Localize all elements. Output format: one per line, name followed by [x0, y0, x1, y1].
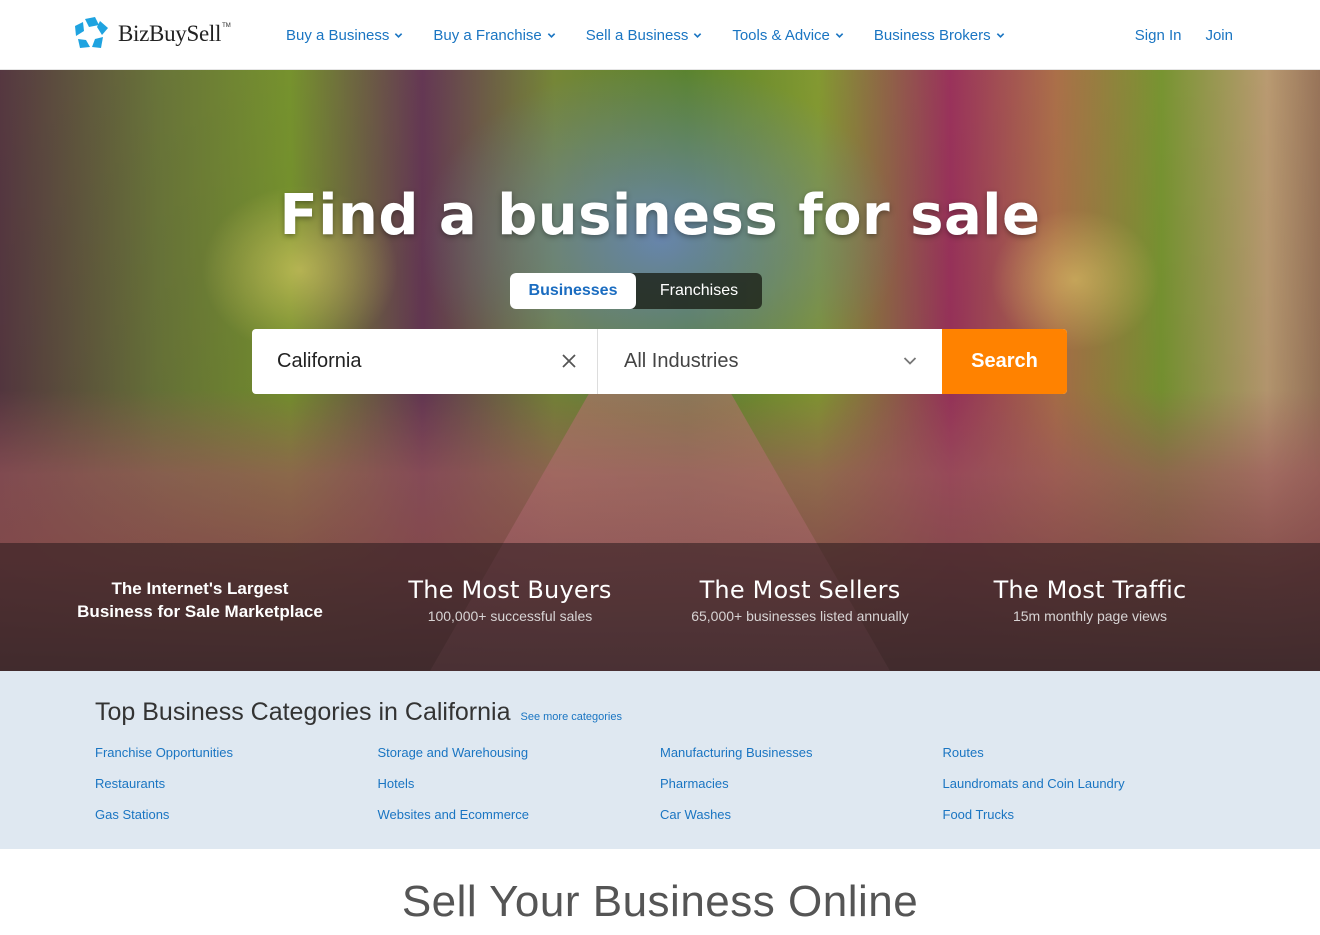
main-nav: Buy a Business Buy a Franchise Sell a Bu…	[286, 0, 1035, 70]
category-link[interactable]: Restaurants	[95, 774, 378, 793]
category-link[interactable]: Gas Stations	[95, 805, 378, 824]
chevron-down-icon	[903, 357, 917, 365]
nav-label: Tools & Advice	[732, 26, 830, 44]
brand-logo[interactable]: BizBuySell TM	[75, 16, 231, 52]
categories-title: Top Business Categories in California	[95, 698, 511, 726]
sign-in-link[interactable]: Sign In	[1135, 27, 1182, 44]
top-categories-section: Top Business Categories in California Se…	[0, 671, 1320, 849]
marketplace-tagline: The Internet's Largest Business for Sale…	[60, 577, 340, 623]
chevron-down-icon	[835, 33, 844, 38]
stat-title: The Most Sellers	[699, 576, 901, 604]
brand-name: BizBuySell	[118, 21, 222, 46]
categories-header: Top Business Categories in California Se…	[95, 698, 622, 727]
nav-tools-and-advice[interactable]: Tools & Advice	[732, 27, 844, 44]
see-more-categories-link[interactable]: See more categories	[521, 711, 623, 723]
category-link[interactable]: Manufacturing Businesses	[660, 743, 943, 762]
site-header: BizBuySell TM Buy a Business Buy a Franc…	[0, 0, 1320, 70]
chevron-down-icon	[547, 33, 556, 38]
stat-subtitle: 15m monthly page views	[1012, 608, 1168, 624]
stat-most-buyers: The Most Buyers 100,000+ successful sale…	[380, 543, 640, 671]
location-input[interactable]	[252, 329, 597, 394]
industry-select[interactable]: All Industries	[598, 329, 942, 394]
category-link[interactable]: Pharmacies	[660, 774, 943, 793]
hero-section: Find a business for sale Businesses Fran…	[0, 70, 1320, 671]
stat-subtitle: 100,000+ successful sales	[427, 608, 593, 624]
hero-title: Find a business for sale	[279, 183, 1041, 248]
category-link[interactable]: Hotels	[378, 774, 661, 793]
tagline-line-1: The Internet's Largest	[111, 579, 289, 598]
stat-subtitle: 65,000+ businesses listed annually	[691, 608, 909, 624]
logo-star-icon	[75, 17, 108, 48]
category-link[interactable]: Storage and Warehousing	[378, 743, 661, 762]
stat-most-traffic: The Most Traffic 15m monthly page views	[960, 543, 1220, 671]
chevron-down-icon	[694, 33, 702, 38]
nav-buy-a-franchise[interactable]: Buy a Franchise	[433, 26, 556, 44]
tab-businesses[interactable]: Businesses	[510, 273, 636, 309]
brand-trademark: TM	[222, 23, 231, 29]
stat-title: The Most Traffic	[993, 576, 1187, 604]
search-bar: All Industries Search	[252, 329, 1067, 394]
nav-label: Business Brokers	[873, 26, 991, 44]
tagline-line-2: Business for Sale Marketplace	[77, 602, 323, 621]
nav-label: Buy a Franchise	[433, 26, 542, 44]
sell-section-title: Sell Your Business Online	[401, 877, 919, 926]
join-link[interactable]: Join	[1205, 27, 1233, 44]
nav-label: Sell a Business	[585, 26, 689, 44]
nav-buy-a-business[interactable]: Buy a Business	[286, 27, 403, 44]
tab-franchises[interactable]: Franchises	[636, 273, 762, 309]
stat-title: The Most Buyers	[408, 576, 612, 604]
stats-band: The Internet's Largest Business for Sale…	[0, 543, 1320, 671]
category-link[interactable]: Franchise Opportunities	[95, 743, 378, 762]
categories-grid: Franchise Opportunities Storage and Ware…	[95, 743, 1225, 824]
location-field-wrapper	[252, 329, 598, 394]
stat-most-sellers: The Most Sellers 65,000+ businesses list…	[660, 543, 940, 671]
category-link[interactable]: Routes	[943, 743, 1226, 762]
industry-selected-value: All Industries	[624, 350, 739, 372]
nav-label: Buy a Business	[286, 26, 390, 44]
close-icon[interactable]	[559, 351, 579, 371]
chevron-down-icon	[395, 33, 403, 38]
chevron-down-icon	[996, 33, 1004, 38]
category-link[interactable]: Car Washes	[660, 805, 943, 824]
nav-sell-a-business[interactable]: Sell a Business	[586, 27, 703, 44]
nav-business-brokers[interactable]: Business Brokers	[874, 27, 1005, 44]
category-link[interactable]: Food Trucks	[943, 805, 1226, 824]
search-button[interactable]: Search	[942, 329, 1067, 394]
listing-type-toggle: Businesses Franchises	[510, 273, 762, 309]
category-link[interactable]: Laundromats and Coin Laundry	[943, 774, 1226, 793]
category-link[interactable]: Websites and Ecommerce	[378, 805, 661, 824]
auth-links: Sign In Join	[1111, 0, 1233, 70]
